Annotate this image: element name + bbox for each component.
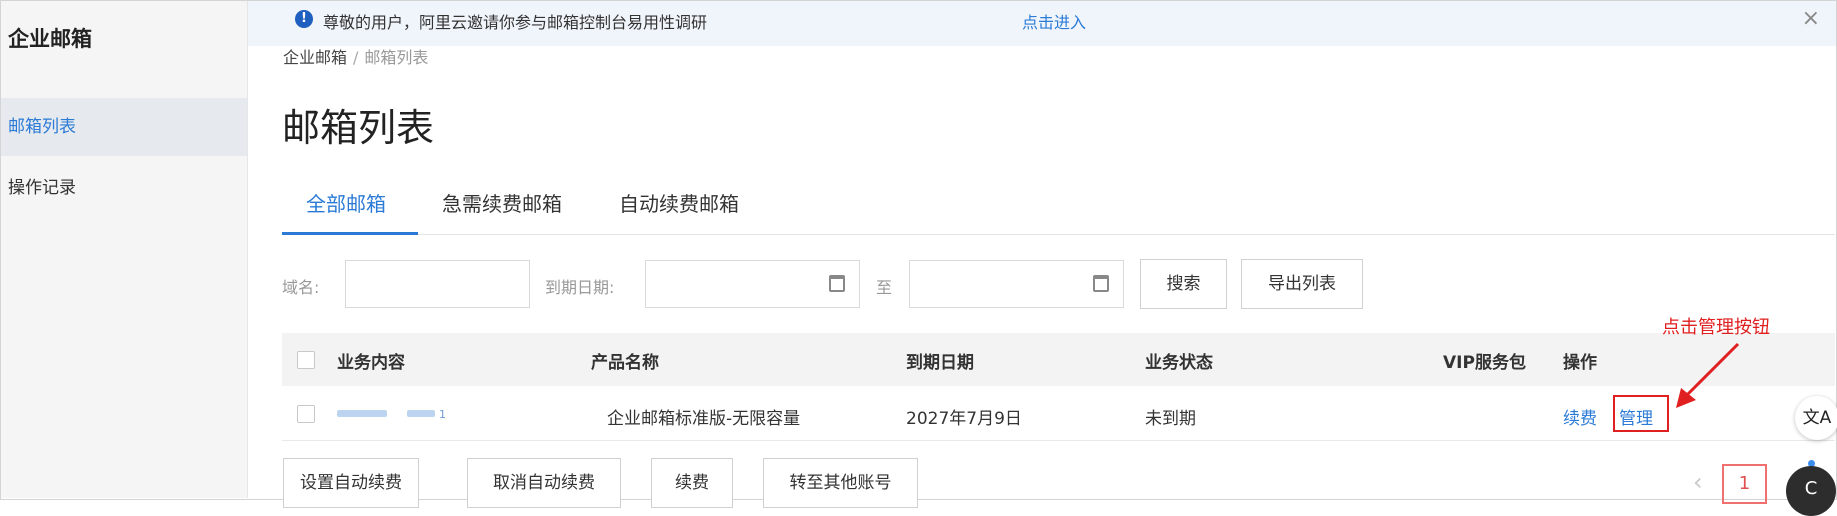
row-checkbox[interactable]	[297, 405, 315, 423]
sidebar-title: 企业邮箱	[8, 27, 92, 51]
prev-page-icon[interactable]: ‹	[1693, 468, 1703, 496]
active-tab-indicator	[282, 232, 418, 235]
exclamation-icon: !	[295, 10, 313, 28]
domain-label: 域名:	[282, 278, 320, 297]
breadcrumb-root[interactable]: 企业邮箱	[283, 48, 347, 67]
manage-highlight-box	[1613, 395, 1669, 432]
page-title: 邮箱列表	[282, 106, 435, 150]
status-cell: 未到期	[1145, 409, 1196, 429]
renew-button[interactable]: 续费	[651, 458, 733, 508]
product-name-cell: 企业邮箱标准版-无限容量	[607, 409, 801, 429]
header-business-status: 业务状态	[1145, 353, 1213, 373]
transfer-account-button[interactable]: 转至其他账号	[763, 458, 918, 508]
tab-all-mailboxes[interactable]: 全部邮箱	[306, 188, 386, 217]
expiry-date-cell: 2027年7月9日	[906, 409, 1022, 429]
tab-bar: 全部邮箱 急需续费邮箱 自动续费邮箱	[282, 168, 1835, 235]
cancel-auto-renew-button[interactable]: 取消自动续费	[467, 458, 621, 508]
date-range-to-label: 至	[876, 278, 893, 297]
redacted-content	[337, 410, 387, 417]
annotation-arrow-icon	[1676, 342, 1740, 408]
renew-link[interactable]: 续费	[1563, 404, 1597, 429]
breadcrumb-separator: /	[353, 48, 359, 67]
notice-text: 尊敬的用户，阿里云邀请你参与邮箱控制台易用性调研	[323, 13, 708, 32]
expiry-date-label: 到期日期:	[545, 278, 615, 297]
select-all-checkbox[interactable]	[297, 351, 315, 369]
start-date-input[interactable]	[645, 260, 860, 308]
assistant-icon[interactable]: C	[1786, 466, 1836, 516]
notice-banner: ! 尊敬的用户，阿里云邀请你参与邮箱控制台易用性调研 点击进入 ×	[248, 1, 1836, 46]
header-business-content: 业务内容	[337, 353, 405, 373]
header-vip-package: VIP服务包	[1443, 353, 1526, 373]
end-date-input[interactable]	[909, 260, 1124, 308]
redacted-content	[407, 410, 435, 417]
domain-input[interactable]	[345, 260, 530, 308]
sidebar-item-operation-log[interactable]: 操作记录	[1, 159, 247, 217]
sidebar: 企业邮箱 邮箱列表 操作记录	[1, 1, 248, 498]
header-product-name: 产品名称	[591, 353, 659, 373]
export-list-button[interactable]: 导出列表	[1241, 259, 1363, 309]
search-button[interactable]: 搜索	[1140, 259, 1227, 309]
set-auto-renew-button[interactable]: 设置自动续费	[283, 458, 419, 508]
notice-link[interactable]: 点击进入	[1022, 9, 1086, 33]
calendar-icon	[1093, 275, 1109, 292]
tab-auto-renewal[interactable]: 自动续费邮箱	[619, 188, 739, 217]
table-header: 业务内容 产品名称 到期日期 业务状态 VIP服务包 操作	[282, 333, 1835, 386]
breadcrumb-current: 邮箱列表	[364, 48, 429, 67]
content-tail: 1	[439, 408, 446, 421]
tab-urgent-renewal[interactable]: 急需续费邮箱	[442, 188, 562, 217]
table-row: 1 企业邮箱标准版-无限容量 2027年7月9日 未到期 续费 管理	[282, 386, 1835, 441]
close-icon[interactable]: ×	[1802, 6, 1820, 31]
header-expiry-date: 到期日期	[906, 353, 974, 373]
calendar-icon	[829, 275, 845, 292]
page-number-current[interactable]: 1	[1722, 464, 1767, 504]
breadcrumb: 企业邮箱 / 邮箱列表	[283, 44, 428, 68]
translate-icon[interactable]: 文A	[1795, 396, 1837, 440]
sidebar-item-mailbox-list[interactable]: 邮箱列表	[1, 98, 247, 156]
header-actions: 操作	[1563, 353, 1597, 373]
